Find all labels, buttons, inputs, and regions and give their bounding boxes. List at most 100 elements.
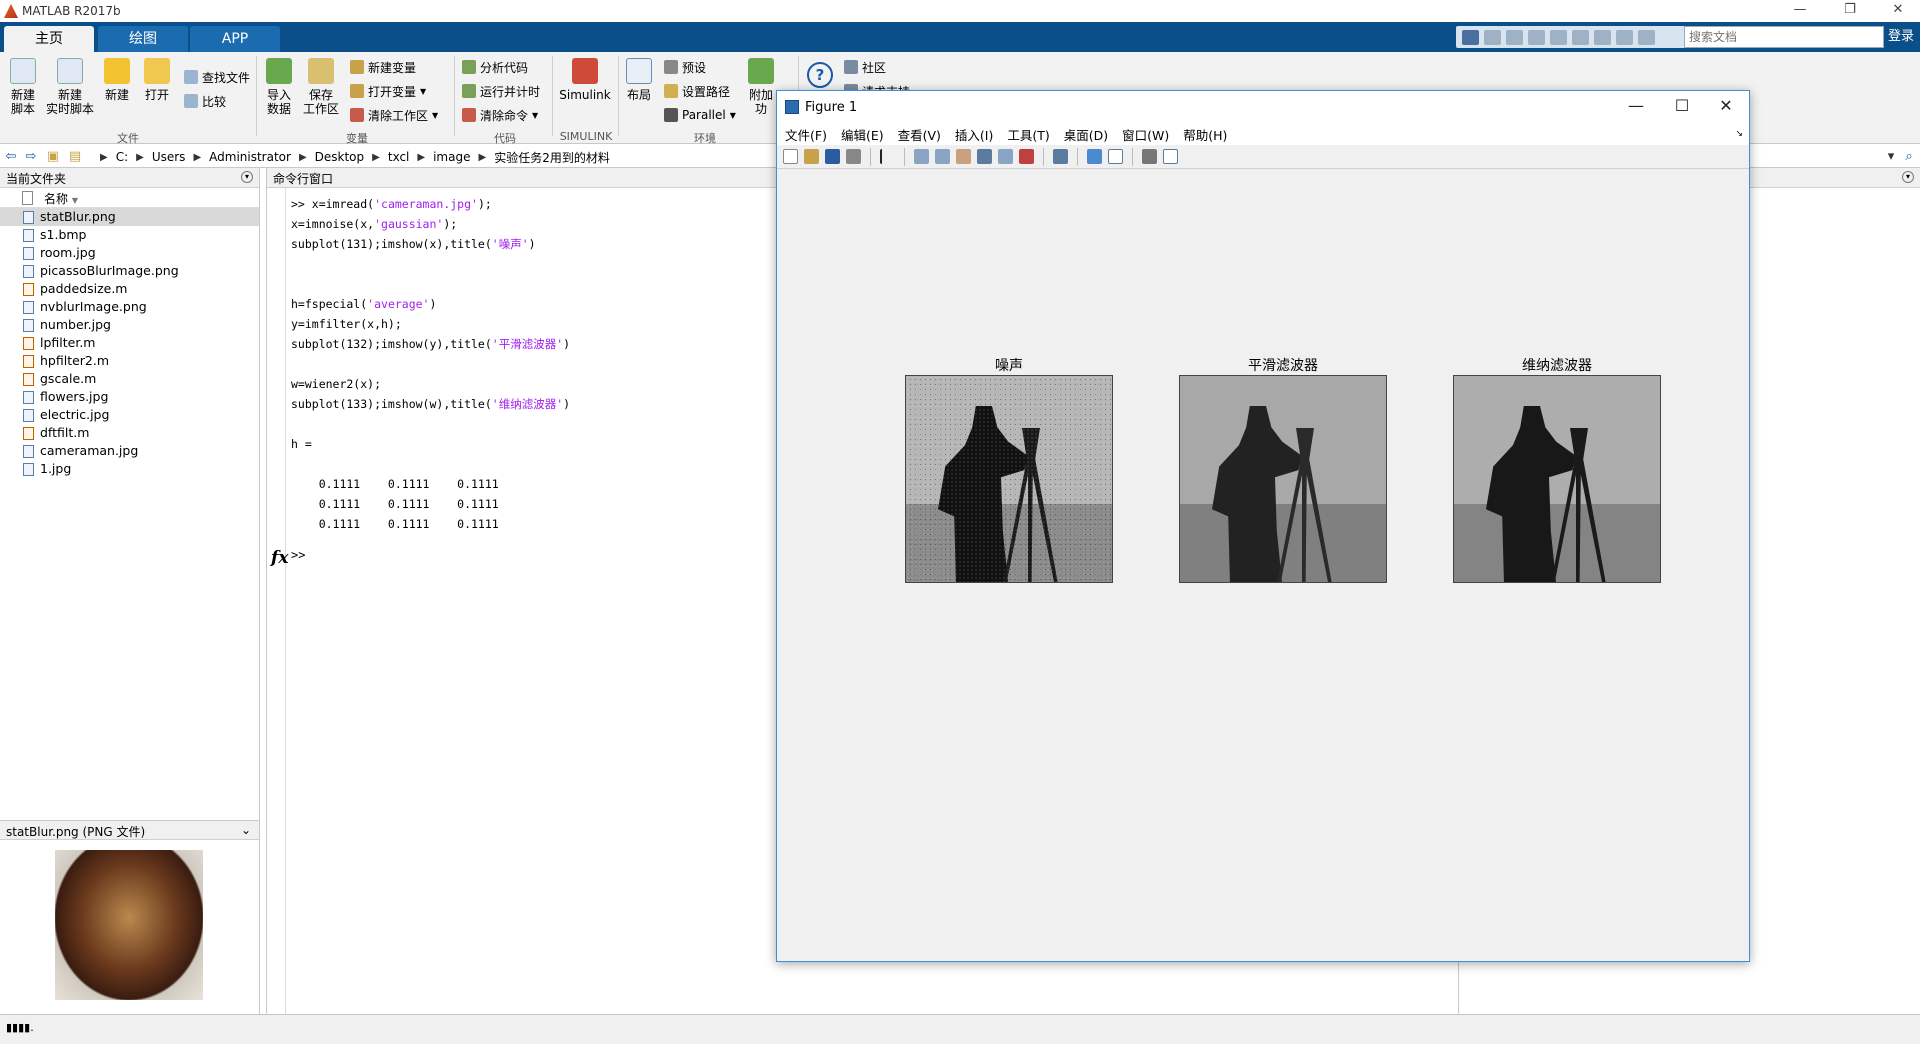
file-list-item[interactable]: room.jpg — [0, 244, 259, 262]
addons-button[interactable]: 附加功 — [746, 58, 776, 116]
search-documentation-input[interactable] — [1684, 26, 1884, 48]
pointer-icon[interactable] — [880, 149, 895, 164]
menu-help[interactable]: 帮助(H) — [1183, 125, 1227, 144]
tab-apps[interactable]: APP — [190, 26, 280, 52]
undo-icon[interactable] — [1572, 29, 1589, 45]
function-browser-icon[interactable]: fx — [271, 548, 288, 568]
hide-plot-tools-icon[interactable] — [1142, 149, 1157, 164]
file-list-item[interactable]: flowers.jpg — [0, 388, 259, 406]
link-plot-icon[interactable] — [1053, 149, 1068, 164]
save-figure-icon[interactable] — [825, 149, 840, 164]
menu-tools[interactable]: 工具(T) — [1007, 125, 1049, 144]
file-list-item[interactable]: 1.jpg — [0, 460, 259, 478]
restore-button[interactable]: ❐ — [1830, 0, 1870, 22]
column-header-name[interactable]: 名称 ▼ — [0, 188, 259, 208]
close-button[interactable]: ✕ — [1878, 0, 1918, 22]
menu-desktop[interactable]: 桌面(D) — [1064, 125, 1108, 144]
figure-maximize-button[interactable]: ☐ — [1659, 91, 1705, 123]
cut-icon[interactable] — [1506, 29, 1523, 45]
back-arrow-icon[interactable]: ⇦ — [2, 148, 20, 166]
rotate-3d-icon[interactable] — [977, 149, 992, 164]
simulink-button[interactable]: Simulink — [558, 58, 612, 102]
breadcrumb-item[interactable]: Desktop — [315, 150, 365, 164]
open-variable-button[interactable]: 打开变量 ▼ — [350, 82, 426, 100]
layout-icon[interactable] — [1462, 29, 1479, 45]
help-button[interactable]: ? — [806, 62, 834, 92]
file-list-item[interactable]: number.jpg — [0, 316, 259, 334]
zoom-in-icon[interactable] — [914, 149, 929, 164]
menu-file[interactable]: 文件(F) — [785, 125, 827, 144]
figure-minimize-button[interactable]: — — [1613, 91, 1659, 123]
legend-icon[interactable] — [1108, 149, 1123, 164]
open-button[interactable]: 打开 — [140, 58, 174, 102]
new-script-button[interactable]: 新建 脚本 — [6, 58, 40, 116]
login-link[interactable]: 登录 — [1888, 26, 1914, 48]
breadcrumb-item[interactable]: txcl — [388, 150, 410, 164]
redo-icon[interactable] — [1594, 29, 1611, 45]
breadcrumb-item[interactable]: Administrator — [209, 150, 291, 164]
file-list-item[interactable]: electric.jpg — [0, 406, 259, 424]
chevron-down-icon[interactable]: ⌄ — [241, 823, 251, 837]
new-live-script-button[interactable]: 新建 实时脚本 — [46, 58, 94, 116]
new-variable-button[interactable]: 新建变量 — [350, 58, 416, 76]
tab-plots[interactable]: 绘图 — [98, 26, 188, 52]
switch-windows-icon[interactable] — [1616, 29, 1633, 45]
open-file-icon[interactable] — [804, 149, 819, 164]
analyze-code-button[interactable]: 分析代码 — [462, 58, 528, 76]
menu-view[interactable]: 查看(V) — [898, 125, 941, 144]
colorbar-icon[interactable] — [1087, 149, 1102, 164]
up-folder-icon[interactable]: ▣ — [44, 148, 62, 166]
set-path-button[interactable]: 设置路径 — [664, 82, 730, 100]
run-and-time-button[interactable]: 运行并计时 — [462, 82, 540, 100]
pan-icon[interactable] — [956, 149, 971, 164]
zoom-out-icon[interactable] — [935, 149, 950, 164]
preferences-button[interactable]: 预设 — [664, 58, 706, 76]
file-list-item[interactable]: hpfilter2.m — [0, 352, 259, 370]
file-list-item[interactable]: lpfilter.m — [0, 334, 259, 352]
copy-icon[interactable] — [1528, 29, 1545, 45]
minimize-button[interactable]: — — [1780, 0, 1820, 22]
search-icon[interactable]: ⌕ — [1900, 148, 1918, 166]
new-button[interactable]: 新建 — [100, 58, 134, 102]
command-prompt[interactable]: >> — [291, 548, 305, 562]
clear-workspace-button[interactable]: 清除工作区 ▼ — [350, 106, 438, 124]
panel-menu-icon[interactable]: ▾ — [241, 171, 253, 183]
import-data-button[interactable]: 导入 数据 — [262, 58, 296, 116]
breadcrumb-item[interactable]: Users — [152, 150, 186, 164]
save-workspace-button[interactable]: 保存 工作区 — [302, 58, 340, 116]
data-cursor-icon[interactable] — [998, 149, 1013, 164]
menu-edit[interactable]: 编辑(E) — [841, 125, 884, 144]
clear-commands-button[interactable]: 清除命令 ▼ — [462, 106, 538, 124]
file-list-item[interactable]: gscale.m — [0, 370, 259, 388]
help-icon[interactable] — [1638, 29, 1655, 45]
file-list-item[interactable]: dftfilt.m — [0, 424, 259, 442]
save-icon[interactable] — [1484, 29, 1501, 45]
parallel-button[interactable]: Parallel ▼ — [664, 106, 736, 124]
panel-menu-icon[interactable]: ▾ — [1902, 171, 1914, 183]
figure-close-button[interactable]: ✕ — [1703, 91, 1749, 123]
print-icon[interactable] — [846, 149, 861, 164]
layout-button[interactable]: 布局 — [622, 58, 656, 102]
paste-icon[interactable] — [1550, 29, 1567, 45]
tab-home[interactable]: 主页 — [4, 26, 94, 52]
compare-button[interactable]: 比较 — [184, 92, 226, 110]
file-list-item[interactable]: s1.bmp — [0, 226, 259, 244]
new-figure-icon[interactable] — [783, 149, 798, 164]
find-files-button[interactable]: 查找文件 — [184, 68, 250, 86]
forward-arrow-icon[interactable]: ⇨ — [22, 148, 40, 166]
breadcrumb-item[interactable]: 实验任务2用到的材料 — [494, 149, 610, 166]
show-plot-tools-icon[interactable] — [1163, 149, 1178, 164]
menu-window[interactable]: 窗口(W) — [1122, 125, 1169, 144]
file-list-item[interactable]: nvblurImage.png — [0, 298, 259, 316]
community-link[interactable]: 社区 — [844, 58, 886, 76]
file-list-item[interactable]: picassoBlurImage.png — [0, 262, 259, 280]
file-list-item[interactable]: paddedsize.m — [0, 280, 259, 298]
chevron-down-icon[interactable]: ▾ — [1882, 148, 1900, 166]
brush-icon[interactable] — [1019, 149, 1034, 164]
breadcrumb-item[interactable]: C: — [116, 150, 128, 164]
dock-arrow-icon[interactable]: ↘ — [1735, 129, 1743, 139]
details-header[interactable]: statBlur.png (PNG 文件) ⌄ — [0, 820, 259, 840]
file-list-item[interactable]: statBlur.png — [0, 208, 259, 226]
menu-insert[interactable]: 插入(I) — [955, 125, 993, 144]
figure-window[interactable]: Figure 1 — ☐ ✕ 文件(F) 编辑(E) 查看(V) 插入(I) 工… — [776, 90, 1750, 962]
